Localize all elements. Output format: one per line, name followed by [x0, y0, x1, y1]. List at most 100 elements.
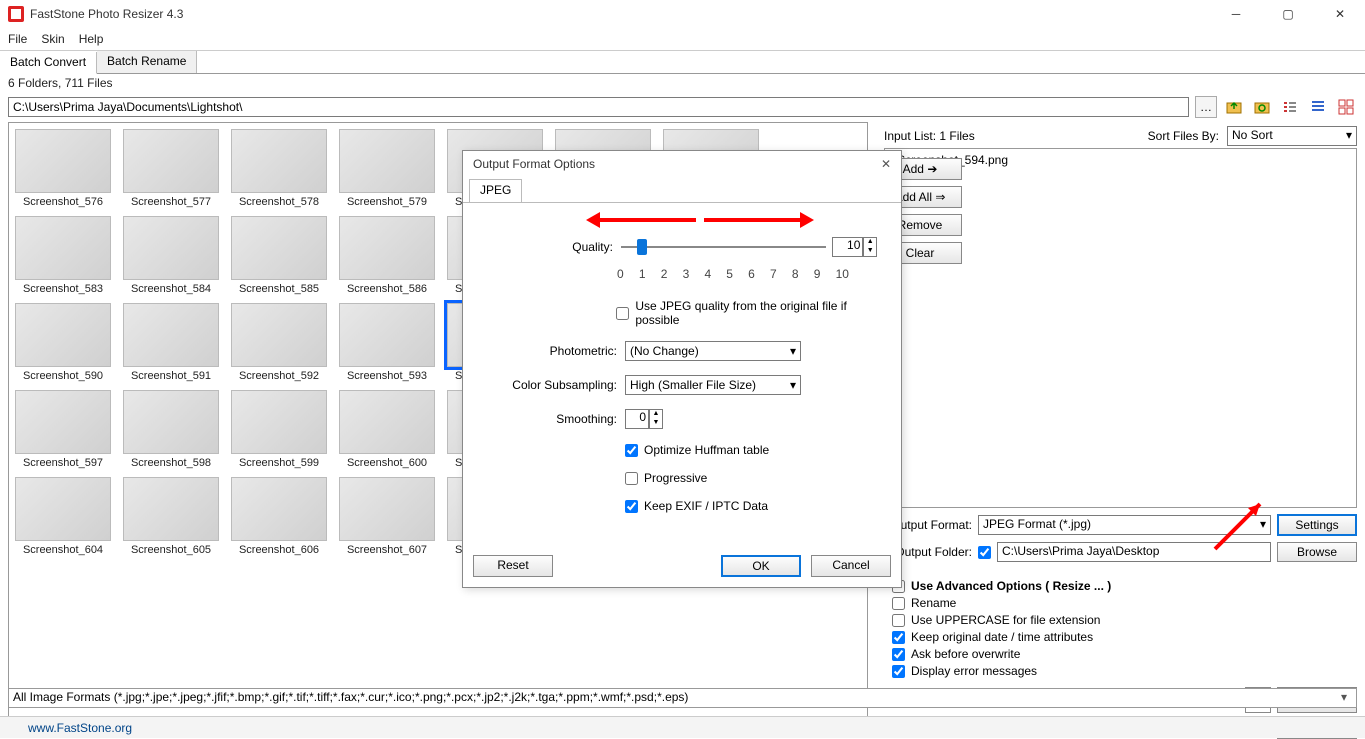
dialog-close-icon[interactable]: ✕ [881, 157, 891, 171]
thumbnail-image [15, 216, 111, 280]
thumbnail-image [339, 390, 435, 454]
uppercase-checkbox[interactable] [892, 614, 905, 627]
use-original-quality-label: Use JPEG quality from the original file … [635, 299, 877, 327]
thumbnail-item[interactable]: Screenshot_584 [123, 216, 219, 295]
subsampling-select[interactable]: High (Smaller File Size)▾ [625, 375, 801, 395]
sort-value: No Sort [1232, 128, 1273, 144]
thumbnail-caption: Screenshot_606 [231, 544, 327, 556]
slider-tick: 10 [836, 267, 849, 281]
photometric-label: Photometric: [487, 344, 617, 358]
thumbnail-item[interactable]: Screenshot_592 [231, 303, 327, 382]
keep-date-label: Keep original date / time attributes [911, 630, 1093, 644]
ask-overwrite-checkbox[interactable] [892, 648, 905, 661]
thumbnail-item[interactable]: Screenshot_607 [339, 477, 435, 556]
exif-label: Keep EXIF / IPTC Data [644, 499, 768, 513]
thumbnail-item[interactable]: Screenshot_597 [15, 390, 111, 469]
use-original-quality-checkbox[interactable] [616, 307, 629, 320]
thumbnail-caption: Screenshot_585 [231, 283, 327, 295]
thumbnail-item[interactable]: Screenshot_583 [15, 216, 111, 295]
thumbnail-item[interactable]: Screenshot_606 [231, 477, 327, 556]
thumbnail-image [231, 129, 327, 193]
settings-button[interactable]: Settings [1277, 514, 1357, 536]
reset-button[interactable]: Reset [473, 555, 553, 577]
chevron-down-icon: ▾ [1346, 128, 1352, 144]
menubar: File Skin Help [0, 28, 1365, 50]
ok-button[interactable]: OK [721, 555, 801, 577]
huffman-checkbox[interactable] [625, 444, 638, 457]
display-errors-checkbox[interactable] [892, 665, 905, 678]
thumbnail-image [231, 390, 327, 454]
browse-path-button[interactable]: … [1195, 96, 1217, 118]
quality-value[interactable]: 10 [832, 237, 863, 257]
slider-tick: 1 [639, 267, 646, 281]
progressive-label: Progressive [644, 471, 707, 485]
smoothing-spinner[interactable]: ▲▼ [649, 409, 663, 429]
thumbnail-item[interactable]: Screenshot_604 [15, 477, 111, 556]
menu-skin[interactable]: Skin [41, 32, 64, 46]
tab-batch-convert[interactable]: Batch Convert [0, 52, 97, 74]
thumbnail-item[interactable]: Screenshot_591 [123, 303, 219, 382]
thumbnail-item[interactable]: Screenshot_590 [15, 303, 111, 382]
smoothing-value[interactable]: 0 [625, 409, 649, 429]
thumbnail-image [123, 216, 219, 280]
annotation-arrow-right [704, 218, 808, 222]
folder-up-icon[interactable] [1223, 96, 1245, 118]
view-thumbnails-icon[interactable] [1335, 96, 1357, 118]
sort-label: Sort Files By: [1148, 129, 1219, 143]
thumbnail-image [123, 129, 219, 193]
keep-date-checkbox[interactable] [892, 631, 905, 644]
quality-slider[interactable] [621, 239, 826, 255]
thumbnail-item[interactable]: Screenshot_600 [339, 390, 435, 469]
thumbnail-item[interactable]: Screenshot_579 [339, 129, 435, 208]
status-bar: www.FastStone.org [0, 716, 1365, 738]
status-link[interactable]: www.FastStone.org [28, 721, 132, 735]
menu-help[interactable]: Help [79, 32, 104, 46]
quality-spinner[interactable]: ▲▼ [863, 237, 877, 257]
thumbnail-item[interactable]: Screenshot_585 [231, 216, 327, 295]
view-list-icon[interactable] [1279, 96, 1301, 118]
rename-checkbox[interactable] [892, 597, 905, 610]
thumbnail-item[interactable]: Screenshot_599 [231, 390, 327, 469]
path-input[interactable]: C:\Users\Prima Jaya\Documents\Lightshot\ [8, 97, 1189, 117]
maximize-button[interactable]: ▢ [1271, 7, 1305, 21]
tab-batch-rename[interactable]: Batch Rename [97, 51, 197, 73]
output-folder-checkbox[interactable] [978, 546, 991, 559]
thumbnail-item[interactable]: Screenshot_593 [339, 303, 435, 382]
path-bar: C:\Users\Prima Jaya\Documents\Lightshot\… [0, 92, 1365, 122]
menu-file[interactable]: File [8, 32, 27, 46]
output-format-value: JPEG Format (*.jpg) [983, 517, 1091, 533]
thumbnail-item[interactable]: Screenshot_605 [123, 477, 219, 556]
progressive-checkbox[interactable] [625, 472, 638, 485]
browse-button[interactable]: Browse [1277, 542, 1357, 562]
slider-tick: 7 [770, 267, 777, 281]
thumbnail-item[interactable]: Screenshot_576 [15, 129, 111, 208]
thumbnail-item[interactable]: Screenshot_578 [231, 129, 327, 208]
thumbnail-caption: Screenshot_579 [339, 196, 435, 208]
close-button[interactable]: ✕ [1323, 7, 1357, 21]
tab-jpeg[interactable]: JPEG [469, 179, 522, 202]
chevron-down-icon: ▾ [1336, 690, 1352, 704]
view-details-icon[interactable] [1307, 96, 1329, 118]
rename-label: Rename [911, 596, 956, 610]
advanced-label: Use Advanced Options ( Resize ... ) [911, 579, 1111, 593]
thumbnail-image [123, 303, 219, 367]
thumbnail-item[interactable]: Screenshot_577 [123, 129, 219, 208]
minimize-button[interactable]: ─ [1219, 7, 1253, 21]
cancel-button[interactable]: Cancel [811, 555, 891, 577]
thumbnail-item[interactable]: Screenshot_598 [123, 390, 219, 469]
slider-tick: 2 [661, 267, 668, 281]
sort-select[interactable]: No Sort ▾ [1227, 126, 1357, 146]
ask-overwrite-label: Ask before overwrite [911, 647, 1020, 661]
filter-select[interactable]: All Image Formats (*.jpg;*.jpe;*.jpeg;*.… [8, 688, 1357, 708]
thumbnail-caption: Screenshot_586 [339, 283, 435, 295]
window-title: FastStone Photo Resizer 4.3 [30, 7, 183, 21]
thumbnail-image [15, 303, 111, 367]
folder-refresh-icon[interactable] [1251, 96, 1273, 118]
exif-checkbox[interactable] [625, 500, 638, 513]
thumbnail-caption: Screenshot_592 [231, 370, 327, 382]
thumbnail-image [231, 216, 327, 280]
annotation-arrow-settings [1210, 494, 1270, 554]
output-format-dialog: Output Format Options ✕ JPEG Quality: 10… [462, 150, 902, 588]
photometric-select[interactable]: (No Change)▾ [625, 341, 801, 361]
thumbnail-item[interactable]: Screenshot_586 [339, 216, 435, 295]
